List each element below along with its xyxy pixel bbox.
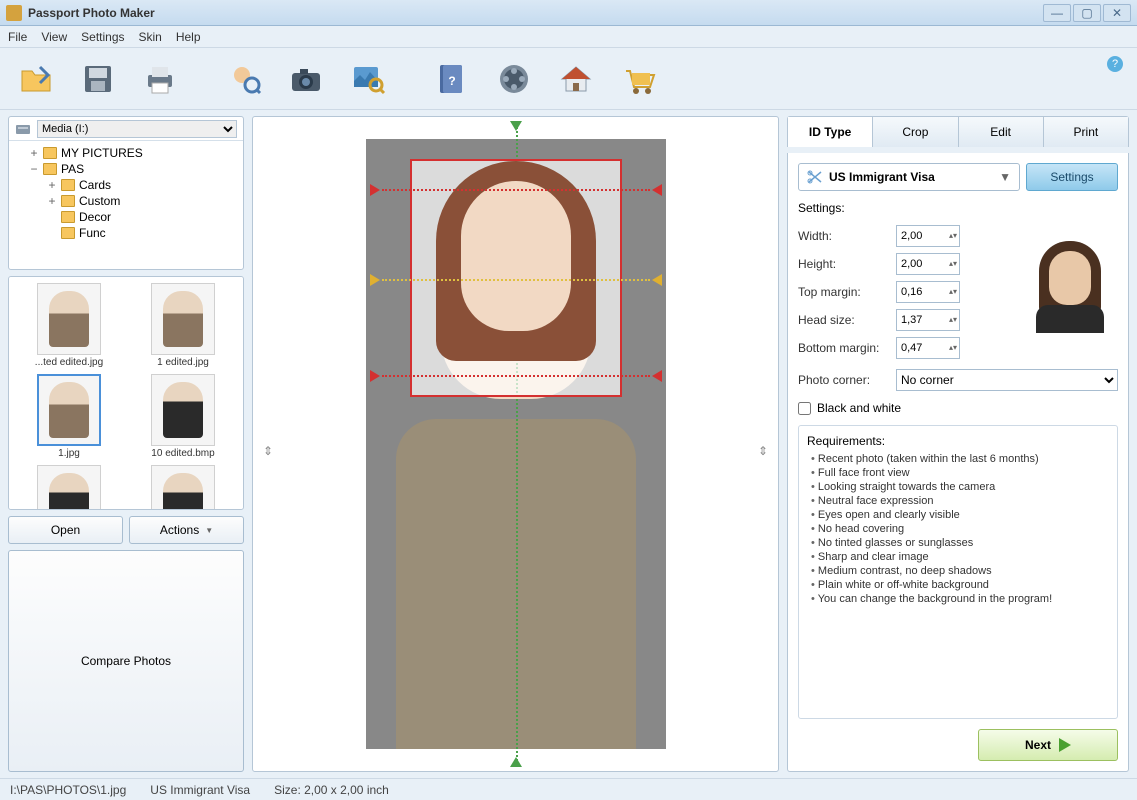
menu-skin[interactable]: Skin bbox=[139, 30, 162, 44]
requirement-item: Looking straight towards the camera bbox=[811, 480, 1109, 494]
tree-item[interactable]: +MY PICTURES bbox=[15, 145, 237, 161]
settings-label: Settings: bbox=[798, 201, 1118, 215]
tree-item[interactable]: +Cards bbox=[15, 177, 237, 193]
photo-canvas[interactable]: ⇕ ⇕ bbox=[252, 116, 779, 772]
camera-button[interactable] bbox=[282, 55, 330, 103]
app-icon bbox=[6, 5, 22, 21]
tab-print[interactable]: Print bbox=[1044, 117, 1128, 147]
id-preview bbox=[1022, 225, 1118, 345]
tree-item[interactable]: Func bbox=[15, 225, 237, 241]
requirement-item: No tinted glasses or sunglasses bbox=[811, 536, 1109, 550]
eye-guide[interactable] bbox=[382, 279, 650, 281]
bottom-guide[interactable] bbox=[382, 375, 650, 377]
save-button[interactable] bbox=[74, 55, 122, 103]
open-button[interactable]: Open bbox=[8, 516, 123, 544]
tab-id-type[interactable]: ID Type bbox=[788, 117, 873, 147]
info-icon[interactable]: ? bbox=[1107, 56, 1123, 72]
tree-item[interactable]: −PAS bbox=[15, 161, 237, 177]
photo-corner-select[interactable]: No corner bbox=[896, 369, 1118, 391]
folder-tree: +MY PICTURES−PAS+Cards+CustomDecorFunc bbox=[9, 141, 243, 269]
menu-settings[interactable]: Settings bbox=[81, 30, 124, 44]
arrow-right-icon bbox=[1059, 738, 1071, 752]
requirement-item: You can change the background in the pro… bbox=[811, 592, 1109, 606]
compare-photos-button[interactable]: Compare Photos bbox=[8, 550, 244, 772]
tree-item[interactable]: Decor bbox=[15, 209, 237, 225]
video-button[interactable] bbox=[490, 55, 538, 103]
bottom-margin-input[interactable]: 0,47 bbox=[896, 337, 960, 359]
close-button[interactable]: ✕ bbox=[1103, 4, 1131, 22]
next-button[interactable]: Next bbox=[978, 729, 1118, 761]
top-marker[interactable] bbox=[510, 121, 522, 131]
requirement-item: Plain white or off-white background bbox=[811, 578, 1109, 592]
home-button[interactable] bbox=[552, 55, 600, 103]
thumbnail-grid: ...ted edited.jpg1 edited.jpg1.jpg10 edi… bbox=[8, 276, 244, 510]
requirement-item: No head covering bbox=[811, 522, 1109, 536]
statusbar: I:\PAS\PHOTOS\1.jpg US Immigrant Visa Si… bbox=[0, 778, 1137, 800]
drive-panel: Media (I:) +MY PICTURES−PAS+Cards+Custom… bbox=[8, 116, 244, 270]
actions-button[interactable]: Actions▼ bbox=[129, 516, 244, 544]
scissors-icon bbox=[807, 170, 823, 184]
head-size-input[interactable]: 1,37 bbox=[896, 309, 960, 331]
requirements-box: Requirements: Recent photo (taken within… bbox=[798, 425, 1118, 719]
requirement-item: Eyes open and clearly visible bbox=[811, 508, 1109, 522]
top-guide[interactable] bbox=[382, 189, 650, 191]
status-path: I:\PAS\PHOTOS\1.jpg bbox=[10, 783, 126, 797]
menubar: File View Settings Skin Help bbox=[0, 26, 1137, 48]
thumbnail[interactable]: 10.jpg bbox=[129, 465, 237, 510]
menu-help[interactable]: Help bbox=[176, 30, 201, 44]
tab-crop[interactable]: Crop bbox=[873, 117, 958, 147]
thumbnail[interactable]: 10 edited.bmp bbox=[129, 374, 237, 459]
requirement-item: Full face front view bbox=[811, 466, 1109, 480]
thumbnail[interactable]: ...ted edited.jpg bbox=[15, 283, 123, 368]
ruler-right: ⇕ bbox=[758, 444, 768, 458]
thumbnail[interactable]: 1.jpg bbox=[15, 374, 123, 459]
shop-button[interactable] bbox=[614, 55, 662, 103]
thumbnail[interactable]: 1 edited.jpg bbox=[129, 283, 237, 368]
maximize-button[interactable]: ▢ bbox=[1073, 4, 1101, 22]
tree-item[interactable]: +Custom bbox=[15, 193, 237, 209]
bw-checkbox[interactable] bbox=[798, 402, 811, 415]
requirement-item: Neutral face expression bbox=[811, 494, 1109, 508]
right-tabs: ID Type Crop Edit Print bbox=[787, 116, 1129, 147]
ruler-left: ⇕ bbox=[263, 444, 273, 458]
svg-text:?: ? bbox=[448, 74, 455, 88]
thumbnail[interactable]: 10.bmp bbox=[15, 465, 123, 510]
crop-rectangle[interactable] bbox=[410, 159, 622, 397]
titlebar: Passport Photo Maker — ▢ ✕ bbox=[0, 0, 1137, 26]
face-detect-button[interactable] bbox=[220, 55, 268, 103]
status-size: Size: 2,00 x 2,00 inch bbox=[274, 783, 389, 797]
requirement-item: Sharp and clear image bbox=[811, 550, 1109, 564]
requirement-item: Recent photo (taken within the last 6 mo… bbox=[811, 452, 1109, 466]
drive-select[interactable]: Media (I:) bbox=[37, 120, 237, 138]
tab-edit[interactable]: Edit bbox=[959, 117, 1044, 147]
top-margin-input[interactable]: 0,16 bbox=[896, 281, 960, 303]
print-button[interactable] bbox=[136, 55, 184, 103]
requirement-item: Medium contrast, no deep shadows bbox=[811, 564, 1109, 578]
minimize-button[interactable]: — bbox=[1043, 4, 1071, 22]
settings-button[interactable]: Settings bbox=[1026, 163, 1118, 191]
help-button[interactable]: ? bbox=[428, 55, 476, 103]
menu-view[interactable]: View bbox=[41, 30, 67, 44]
open-folder-button[interactable] bbox=[12, 55, 60, 103]
bottom-marker[interactable] bbox=[510, 757, 522, 767]
menu-file[interactable]: File bbox=[8, 30, 27, 44]
status-type: US Immigrant Visa bbox=[150, 783, 250, 797]
chevron-down-icon: ▼ bbox=[999, 170, 1011, 184]
toolbar: ? ? bbox=[0, 48, 1137, 110]
window-title: Passport Photo Maker bbox=[28, 6, 1043, 20]
search-photo-button[interactable] bbox=[344, 55, 392, 103]
drive-icon bbox=[15, 122, 31, 136]
width-input[interactable]: 2,00 bbox=[896, 225, 960, 247]
id-type-select[interactable]: US Immigrant Visa ▼ bbox=[798, 163, 1020, 191]
height-input[interactable]: 2,00 bbox=[896, 253, 960, 275]
